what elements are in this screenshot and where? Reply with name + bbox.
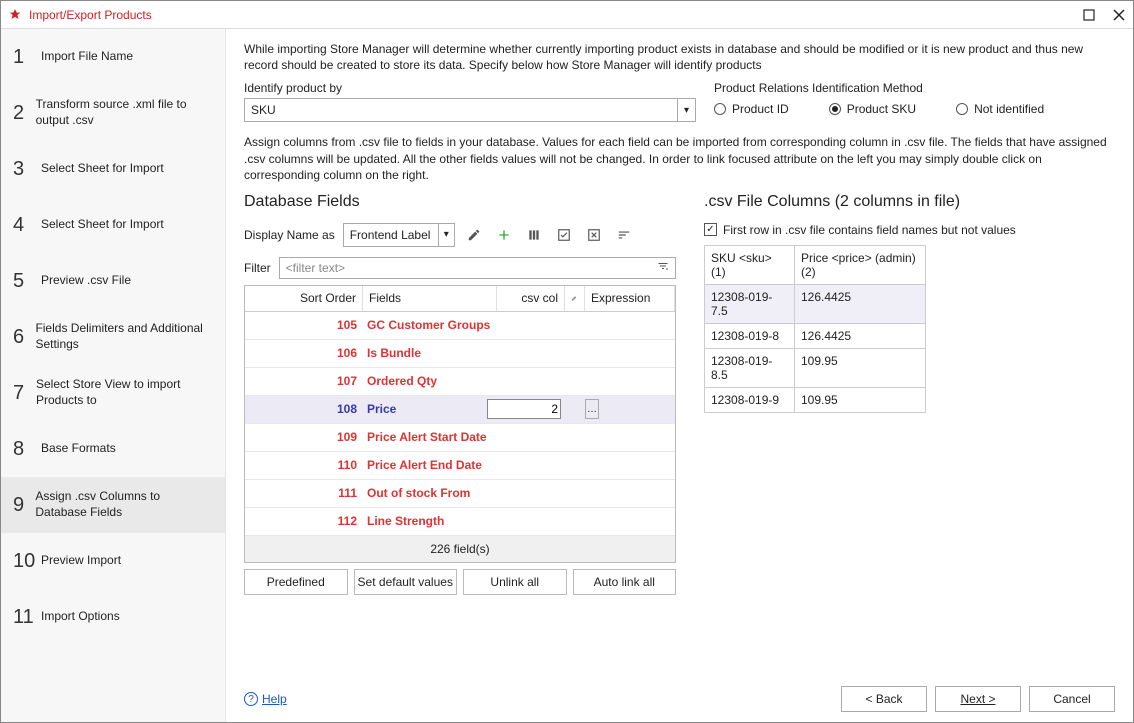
maximize-button[interactable] (1081, 7, 1097, 23)
radio-icon (956, 103, 968, 115)
grid-footer: 226 field(s) (245, 536, 675, 562)
filter-label: Filter (244, 261, 271, 275)
titlebar: Import/Export Products (1, 1, 1133, 29)
col-sort-order[interactable]: Sort Order (245, 286, 363, 311)
db-fields-title: Database Fields (244, 193, 676, 211)
predefined-button[interactable]: Predefined (244, 569, 348, 595)
csv-row[interactable]: 12308-019-8.5109.95 (705, 349, 926, 388)
chevron-down-icon[interactable]: ▾ (438, 224, 454, 246)
radio-icon (829, 103, 841, 115)
col-fields[interactable]: Fields (363, 286, 497, 311)
add-icon[interactable] (493, 224, 515, 246)
step-9[interactable]: 9Assign .csv Columns to Database Fields (1, 477, 225, 533)
radio-product-sku[interactable]: Product SKU (829, 102, 916, 116)
col-expression[interactable]: Expression (585, 286, 675, 311)
edit-icon[interactable] (463, 224, 485, 246)
columns-icon[interactable] (523, 224, 545, 246)
csv-row[interactable]: 12308-019-8126.4425 (705, 324, 926, 349)
display-name-label: Display Name as (244, 228, 335, 242)
intro-text: While importing Store Manager will deter… (244, 41, 1115, 73)
relation-label: Product Relations Identification Method (714, 81, 1044, 95)
step-6[interactable]: 6Fields Delimiters and Additional Settin… (1, 309, 225, 365)
step-8[interactable]: 8Base Formats (1, 421, 225, 477)
unlink-all-button[interactable]: Unlink all (463, 569, 567, 595)
step-11[interactable]: 11Import Options (1, 589, 225, 645)
help-icon: ? (244, 692, 258, 706)
csv-row[interactable]: 12308-019-7.5126.4425 (705, 285, 926, 324)
back-button[interactable]: < Back (841, 686, 927, 712)
display-name-select[interactable]: Frontend Label ▾ (343, 223, 455, 247)
grid-row[interactable]: 105GC Customer Groups (245, 312, 675, 340)
filter-input[interactable]: <filter text> (279, 257, 676, 279)
grid-row[interactable]: 106Is Bundle (245, 340, 675, 368)
next-button[interactable]: Next > (935, 686, 1021, 712)
check-column-icon[interactable] (553, 224, 575, 246)
radio-product-id[interactable]: Product ID (714, 102, 789, 116)
db-fields-grid: Sort Order Fields csv col Expression 105… (244, 285, 676, 563)
relation-radio-group: Product ID Product SKU Not identified (714, 102, 1044, 116)
grid-row[interactable]: 110Price Alert End Date (245, 452, 675, 480)
identify-select[interactable]: SKU ▾ (244, 98, 696, 122)
set-defaults-button[interactable]: Set default values (354, 569, 458, 595)
step-3[interactable]: 3Select Sheet for Import (1, 141, 225, 197)
window: Import/Export Products 1Import File Name… (0, 0, 1134, 723)
first-row-checkbox[interactable]: ✓ (704, 223, 717, 236)
assign-instructions: Assign columns from .csv file to fields … (244, 134, 1115, 183)
grid-row[interactable]: 112Line Strength (245, 508, 675, 536)
filter-clear-icon[interactable] (657, 260, 669, 275)
grid-row[interactable]: 108Price… (245, 396, 675, 424)
help-link[interactable]: ? Help (244, 692, 287, 706)
identify-label: Identify product by (244, 81, 696, 95)
app-icon (7, 7, 23, 23)
auto-link-button[interactable]: Auto link all (573, 569, 677, 595)
chevron-down-icon[interactable]: ▾ (677, 99, 695, 121)
main-panel: While importing Store Manager will deter… (226, 29, 1133, 722)
first-row-label: First row in .csv file contains field na… (723, 223, 1016, 237)
grid-row[interactable]: 109Price Alert Start Date (245, 424, 675, 452)
col-edit-icon[interactable] (565, 286, 585, 311)
radio-icon (714, 103, 726, 115)
step-1[interactable]: 1Import File Name (1, 29, 225, 85)
more-button[interactable]: … (585, 399, 599, 419)
wizard-sidebar: 1Import File Name 2Transform source .xml… (1, 29, 226, 722)
step-2[interactable]: 2Transform source .xml file to output .c… (1, 85, 225, 141)
step-7[interactable]: 7Select Store View to import Products to (1, 365, 225, 421)
step-10[interactable]: 10Preview Import (1, 533, 225, 589)
grid-row[interactable]: 107Ordered Qty (245, 368, 675, 396)
step-5[interactable]: 5Preview .csv File (1, 253, 225, 309)
step-4[interactable]: 4Select Sheet for Import (1, 197, 225, 253)
window-title: Import/Export Products (29, 8, 1081, 22)
csv-col-input[interactable] (487, 399, 561, 419)
csv-table: SKU <sku> (1) Price <price> (admin) (2) … (704, 245, 926, 413)
csv-columns-title: .csv File Columns (2 columns in file) (704, 193, 1115, 211)
radio-not-identified[interactable]: Not identified (956, 102, 1044, 116)
close-button[interactable] (1111, 7, 1127, 23)
csv-col-2-header[interactable]: Price <price> (admin) (2) (795, 246, 926, 285)
csv-col-1-header[interactable]: SKU <sku> (1) (705, 246, 795, 285)
sort-icon[interactable] (613, 224, 635, 246)
csv-row[interactable]: 12308-019-9109.95 (705, 388, 926, 413)
uncheck-column-icon[interactable] (583, 224, 605, 246)
col-csv[interactable]: csv col (497, 286, 565, 311)
cancel-button[interactable]: Cancel (1029, 686, 1115, 712)
grid-row[interactable]: 111Out of stock From (245, 480, 675, 508)
